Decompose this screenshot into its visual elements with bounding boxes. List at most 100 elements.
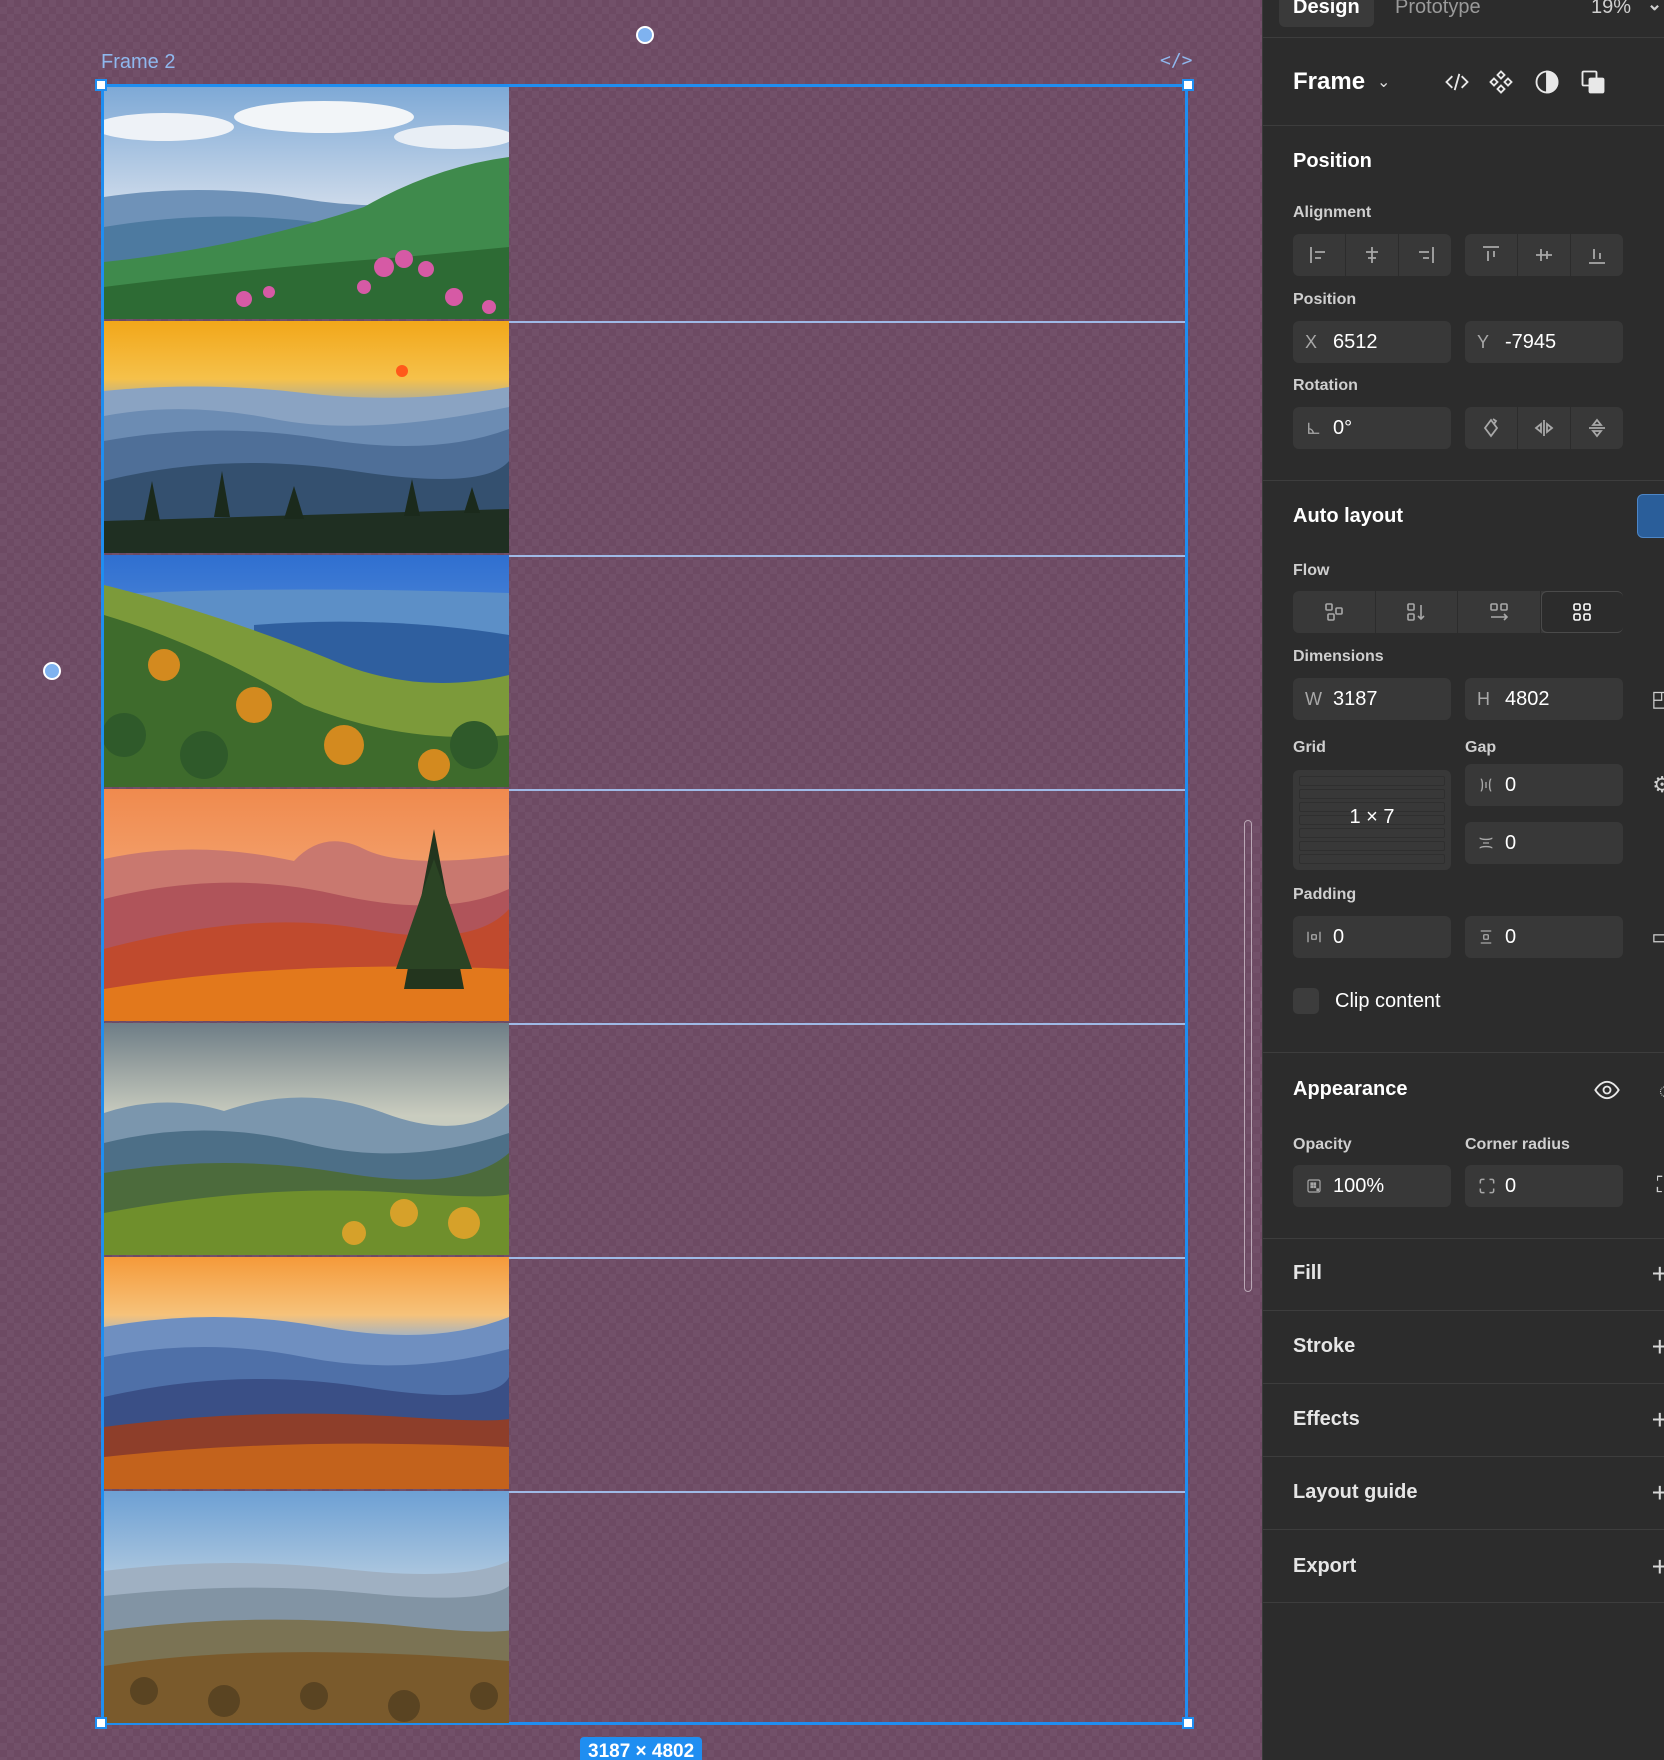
align-left-icon[interactable] — [1293, 234, 1346, 276]
clip-content-checkbox[interactable] — [1293, 988, 1319, 1014]
width-field[interactable]: W 3187 — [1293, 678, 1451, 720]
vertical-padding-value[interactable]: 0 — [1505, 926, 1516, 949]
resize-handle-bottom-right[interactable] — [1182, 1717, 1194, 1729]
grid-row-line — [1299, 841, 1445, 851]
resize-handle-top-right[interactable] — [1182, 79, 1194, 91]
add-fill-icon[interactable]: + — [1652, 1258, 1664, 1290]
row-gap-field[interactable]: 0 — [1465, 822, 1623, 864]
rotate-90-icon[interactable] — [1465, 407, 1518, 449]
zoom-level[interactable]: 19% — [1591, 0, 1631, 19]
x-value[interactable]: 6512 — [1333, 331, 1378, 354]
horizontal-padding-value[interactable]: 0 — [1333, 926, 1344, 949]
column-gap-field[interactable]: 0 — [1465, 764, 1623, 806]
frame-type-title[interactable]: Frame — [1293, 68, 1365, 96]
blend-mode-icon[interactable]: ◌ — [1659, 1078, 1664, 1104]
position-section-title: Position — [1293, 150, 1372, 172]
grid-row-5[interactable] — [104, 1023, 1185, 1259]
grid-row-6[interactable] — [104, 1257, 1185, 1493]
individual-padding-icon[interactable]: ▭ — [1651, 924, 1664, 950]
resize-handle-bottom-left[interactable] — [95, 1717, 107, 1729]
frame-name-label[interactable]: Frame 2 — [101, 51, 175, 74]
add-export-icon[interactable]: + — [1652, 1551, 1664, 1583]
height-value[interactable]: 4802 — [1505, 688, 1550, 711]
align-top-icon[interactable] — [1465, 234, 1518, 276]
flip-horizontal-icon[interactable] — [1518, 407, 1571, 449]
grid-size-value: 1 × 7 — [1349, 806, 1395, 828]
canvas[interactable]: Frame 2 </> 3187 × 4802 — [0, 0, 1262, 1760]
add-effect-icon[interactable]: + — [1652, 1404, 1664, 1436]
photo-hazy-autumn-hills[interactable] — [104, 1491, 509, 1723]
add-stroke-icon[interactable]: + — [1652, 1331, 1664, 1363]
photo-orange-sunset-pine[interactable] — [104, 789, 509, 1021]
tab-design[interactable]: Design — [1279, 0, 1374, 27]
y-position-field[interactable]: Y -7945 — [1465, 321, 1623, 363]
code-badge-icon[interactable]: </> — [1160, 50, 1193, 71]
photo-orange-sky-blue-ridges[interactable] — [104, 1257, 509, 1489]
section-divider — [1263, 1310, 1664, 1311]
tab-prototype[interactable]: Prototype — [1395, 0, 1481, 19]
resize-handle-top-left[interactable] — [95, 79, 107, 91]
rotation-handle-top[interactable] — [636, 26, 654, 44]
row-gap-value[interactable]: 0 — [1505, 832, 1516, 855]
add-layout-guide-icon[interactable]: + — [1652, 1477, 1664, 1509]
grid-row-line — [1299, 789, 1445, 799]
eye-icon[interactable] — [1593, 1076, 1621, 1104]
photo-autumn-valley[interactable] — [104, 555, 509, 787]
grid-row-2[interactable] — [104, 321, 1185, 557]
export-section-title[interactable]: Export — [1293, 1555, 1356, 1578]
photo-cloudy-green-ridges[interactable] — [104, 1023, 509, 1255]
code-icon[interactable] — [1443, 68, 1471, 96]
x-position-field[interactable]: X 6512 — [1293, 321, 1451, 363]
align-bottom-icon[interactable] — [1571, 234, 1623, 276]
mask-icon[interactable] — [1533, 68, 1561, 96]
opacity-field[interactable]: 100% — [1293, 1165, 1451, 1207]
individual-corners-icon[interactable]: ⛶ — [1657, 1172, 1664, 1198]
zoom-chevron-icon[interactable]: ⌄ — [1647, 0, 1662, 15]
frame-type-chevron-icon[interactable]: ⌄ — [1377, 72, 1390, 92]
y-value[interactable]: -7945 — [1505, 331, 1556, 354]
corner-radius-value[interactable]: 0 — [1505, 1175, 1516, 1198]
component-icon[interactable] — [1487, 68, 1515, 96]
align-right-icon[interactable] — [1399, 234, 1451, 276]
flow-grid-icon[interactable] — [1540, 591, 1623, 633]
auto-layout-toggle[interactable] — [1637, 494, 1664, 538]
grid-row-1[interactable] — [104, 87, 1185, 323]
layout-settings-icon[interactable]: ⚙ — [1652, 772, 1664, 798]
align-center-h-icon[interactable] — [1346, 234, 1399, 276]
vertical-padding-field[interactable]: 0 — [1465, 916, 1623, 958]
horizontal-align-group — [1293, 234, 1451, 276]
align-middle-v-icon[interactable] — [1518, 234, 1571, 276]
corner-radius-label: Corner radius — [1465, 1136, 1570, 1153]
photo-green-mountains[interactable] — [104, 87, 509, 319]
fill-section-title[interactable]: Fill — [1293, 1262, 1322, 1285]
corner-radius-field[interactable]: 0 — [1465, 1165, 1623, 1207]
constrain-proportions-icon[interactable]: ◰ — [1651, 686, 1664, 712]
vertical-padding-icon — [1477, 928, 1505, 946]
canvas-scrollbar[interactable] — [1244, 820, 1252, 1292]
height-field[interactable]: H 4802 — [1465, 678, 1623, 720]
grid-row-4[interactable] — [104, 789, 1185, 1025]
column-gap-value[interactable]: 0 — [1505, 774, 1516, 797]
flow-horizontal-icon[interactable] — [1458, 591, 1541, 633]
grid-row-3[interactable] — [104, 555, 1185, 791]
rotation-field[interactable]: 0° — [1293, 407, 1451, 449]
photo-blue-ridge-sunset[interactable] — [104, 321, 509, 553]
frame-2[interactable] — [101, 84, 1188, 1725]
rotation-handle-left[interactable] — [43, 662, 61, 680]
width-value[interactable]: 3187 — [1333, 688, 1378, 711]
flow-freeform-icon[interactable] — [1293, 591, 1376, 633]
horizontal-padding-field[interactable]: 0 — [1293, 916, 1451, 958]
effects-section-title[interactable]: Effects — [1293, 1408, 1360, 1431]
grid-row-7[interactable] — [104, 1491, 1185, 1725]
vertical-align-group — [1465, 234, 1623, 276]
layout-guide-section-title[interactable]: Layout guide — [1293, 1481, 1417, 1504]
grid-size-picker[interactable]: 1 × 7 — [1293, 770, 1451, 870]
angle-icon — [1305, 419, 1333, 437]
row-gap-icon — [1477, 834, 1505, 852]
flow-vertical-icon[interactable] — [1376, 591, 1458, 633]
stroke-section-title[interactable]: Stroke — [1293, 1335, 1355, 1358]
boolean-icon[interactable] — [1579, 68, 1607, 96]
rotation-value[interactable]: 0° — [1333, 417, 1352, 440]
flip-vertical-icon[interactable] — [1571, 407, 1623, 449]
opacity-value[interactable]: 100% — [1333, 1175, 1384, 1198]
